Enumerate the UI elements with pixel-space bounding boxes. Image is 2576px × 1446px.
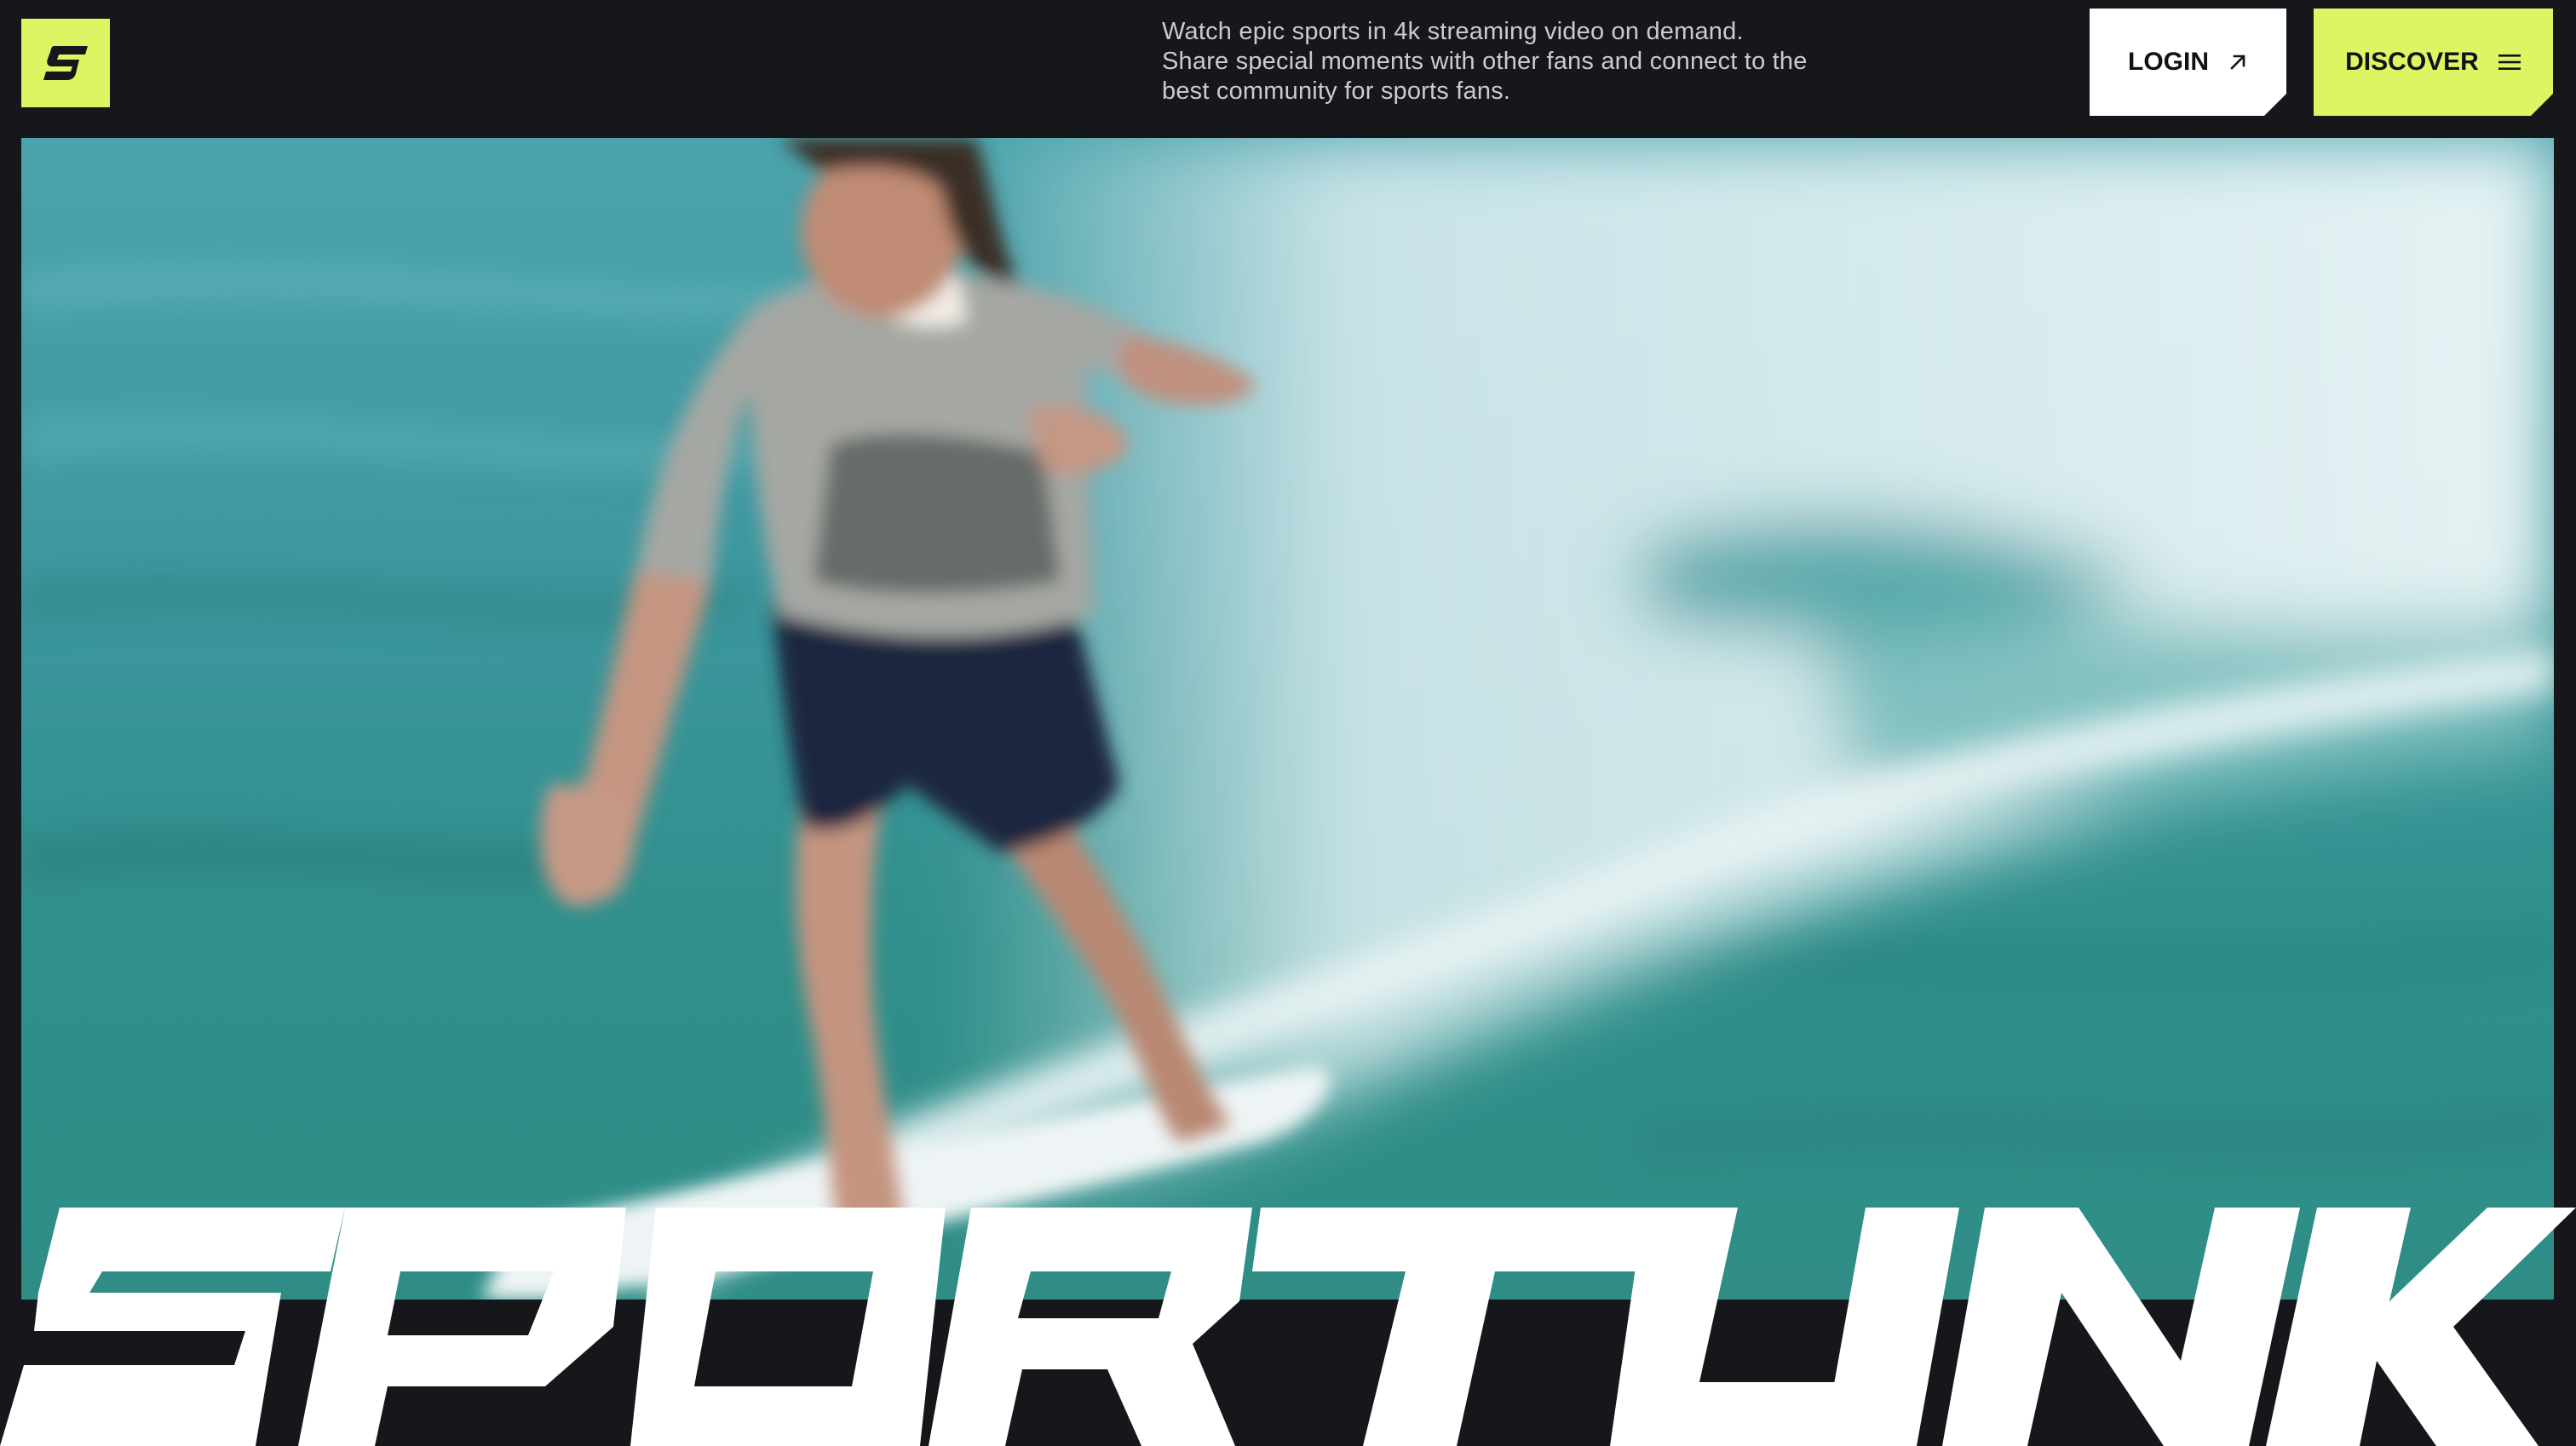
login-button-label: LOGIN (2128, 48, 2209, 76)
sportlink-s-logo-icon (43, 46, 88, 80)
login-button[interactable]: LOGIN (2090, 9, 2286, 116)
arrow-up-right-icon (2228, 52, 2248, 72)
logo[interactable] (21, 19, 110, 107)
landing-page: Watch epic sports in 4k streaming video … (0, 0, 2576, 1446)
discover-button-label: DISCOVER (2345, 48, 2479, 76)
header-tagline: Watch epic sports in 4k streaming video … (1162, 18, 1808, 105)
surfer-riding-wave-photo (21, 138, 2554, 1300)
sportlink-wordmark (0, 1208, 2576, 1446)
hero-surfer-image (21, 138, 2554, 1300)
hamburger-menu-icon (2498, 53, 2521, 72)
discover-button[interactable]: DISCOVER (2314, 9, 2553, 116)
